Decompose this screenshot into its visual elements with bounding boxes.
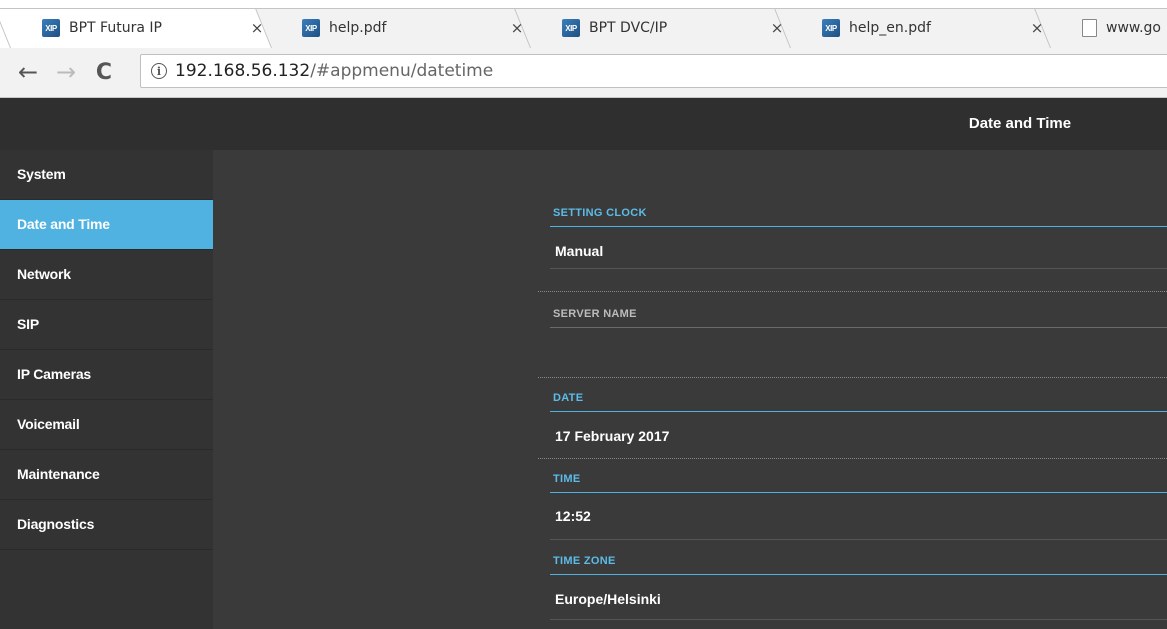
- bpt-logo-icon: XIP: [302, 19, 320, 37]
- close-icon[interactable]: ×: [508, 19, 526, 37]
- sidebar-item-voicemail[interactable]: Voicemail: [0, 400, 213, 450]
- date-label: DATE: [553, 392, 584, 404]
- setting-clock-label: SETTING CLOCK: [553, 207, 647, 219]
- app-root: Date and Time System Date and Time Netwo…: [0, 98, 1167, 629]
- date-underline: [550, 411, 1167, 412]
- page-title: Date and Time: [968, 115, 1072, 132]
- sidebar-item-date-and-time[interactable]: Date and Time: [0, 200, 213, 250]
- time-zone-select[interactable]: Europe/Helsinki: [555, 591, 661, 607]
- reload-icon[interactable]: C: [90, 58, 118, 86]
- setting-clock-select[interactable]: Manual: [555, 243, 603, 259]
- tab-title: help_en.pdf: [849, 20, 931, 36]
- bpt-logo-icon: XIP: [822, 19, 840, 37]
- tab-bpt-dvc[interactable]: XIP BPT DVC/IP ×: [538, 8, 800, 48]
- url-host: 192.168.56.132: [175, 61, 311, 81]
- sidebar-item-diagnostics[interactable]: Diagnostics: [0, 500, 213, 550]
- divider: [538, 377, 1167, 378]
- tab-title: help.pdf: [329, 20, 387, 36]
- tab-title: BPT Futura IP: [69, 20, 162, 36]
- time-underline: [550, 492, 1167, 493]
- server-name-label: SERVER NAME: [553, 308, 637, 320]
- bpt-logo-icon: XIP: [562, 19, 580, 37]
- tab-title: BPT DVC/IP: [589, 20, 668, 36]
- divider: [550, 619, 1167, 620]
- divider: [538, 291, 1167, 292]
- sidebar-item-ip-cameras[interactable]: IP Cameras: [0, 350, 213, 400]
- server-name-input[interactable]: [555, 338, 1155, 368]
- tab-title: www.go: [1106, 20, 1161, 36]
- setting-clock-underline: [550, 226, 1167, 227]
- close-icon[interactable]: ×: [248, 19, 266, 37]
- back-arrow-icon[interactable]: ←: [14, 58, 42, 86]
- settings-form: SETTING CLOCK Manual SERVER NAME DATE 17…: [538, 150, 1167, 629]
- browser-toolbar: ← → C i 192.168.56.132/#appmenu/datetime: [0, 48, 1167, 98]
- tab-www[interactable]: www.go: [1058, 8, 1167, 48]
- tab-help-pdf[interactable]: XIP help.pdf ×: [278, 8, 540, 48]
- divider: [550, 268, 1167, 269]
- server-name-underline: [550, 327, 1167, 328]
- forward-arrow-icon[interactable]: →: [52, 58, 80, 86]
- info-icon[interactable]: i: [151, 63, 167, 79]
- time-zone-label: TIME ZONE: [553, 555, 616, 567]
- sidebar-item-sip[interactable]: SIP: [0, 300, 213, 350]
- tab-bpt-futura[interactable]: XIP BPT Futura IP ×: [18, 8, 280, 48]
- document-icon: [1082, 19, 1097, 37]
- url-text: 192.168.56.132/#appmenu/datetime: [175, 61, 493, 81]
- date-input[interactable]: 17 February 2017: [555, 428, 669, 444]
- close-icon[interactable]: ×: [768, 19, 786, 37]
- url-path: /#appmenu/datetime: [310, 61, 494, 81]
- bpt-logo-icon: XIP: [42, 19, 60, 37]
- tab-help-en-pdf[interactable]: XIP help_en.pdf ×: [798, 8, 1060, 48]
- time-zone-underline: [550, 574, 1167, 575]
- divider: [550, 539, 1167, 540]
- divider: [538, 458, 1167, 459]
- address-bar[interactable]: i 192.168.56.132/#appmenu/datetime: [140, 54, 1167, 88]
- sidebar-item-maintenance[interactable]: Maintenance: [0, 450, 213, 500]
- close-icon[interactable]: ×: [1028, 19, 1046, 37]
- sidebar-item-system[interactable]: System: [0, 150, 213, 200]
- time-label: TIME: [553, 473, 581, 485]
- app-header: Date and Time: [0, 98, 1167, 150]
- browser-tabstrip: XIP BPT Futura IP × XIP help.pdf × XIP B…: [0, 0, 1167, 48]
- time-input[interactable]: 12:52: [555, 508, 591, 524]
- sidebar-item-network[interactable]: Network: [0, 250, 213, 300]
- sidebar: System Date and Time Network SIP IP Came…: [0, 150, 213, 629]
